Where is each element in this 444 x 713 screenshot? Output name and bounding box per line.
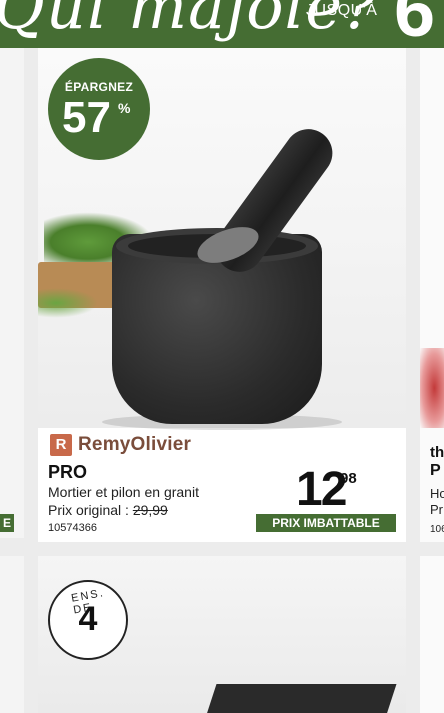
right-card-desc: Ho [430,486,444,501]
original-price-label: Prix original : [48,502,133,518]
set-count-badge: ENS. DE 4 [48,580,128,660]
price-decimal: 98 [340,470,357,487]
set-number: 4 [78,600,98,638]
original-price: 29,99 [132,502,168,518]
right-card-title: P [430,462,441,479]
product-sku: 10574366 [48,522,97,534]
bottom-product-card[interactable]: ENS. DE 4 [38,556,406,713]
right-card-sku: 106 [430,524,444,535]
right-card-image [420,348,444,428]
savings-percent-sign: % [118,100,131,116]
right-product-card-2[interactable] [420,556,444,713]
right-card-brand: th [430,444,444,461]
product-card[interactable]: ÉPARGNEZ 57 % R RemyOlivier PRO Mortier … [38,48,406,542]
brand-row: R RemyOlivier [50,432,191,458]
sale-price: 12 98 [296,463,357,516]
left-product-card[interactable] [0,48,24,538]
herbs-shape-2 [38,288,98,318]
product-description: Mortier et pilon en granit [48,484,199,500]
product-title: PRO [48,462,88,482]
slate-shape [203,684,397,713]
original-price-row: Prix original : 29,99 [48,502,168,518]
price-integer: 12 [296,463,347,516]
brand-logo-icon: R [50,434,72,456]
savings-badge: ÉPARGNEZ 57 % [48,58,150,160]
left-card-tag: E [0,514,14,532]
brand-name: RemyOlivier [78,434,192,455]
promo-banner: Qui majole? JUSQU'À 6 [0,0,444,48]
right-card-price: Pr [430,502,443,517]
banner-upto-label: JUSQU'À [306,2,378,19]
banner-big-digit: 6 [394,0,436,48]
savings-percent: 57 [62,93,111,142]
deal-label: PRIX IMBATTABLE [256,514,396,532]
left-product-card-2[interactable] [0,556,24,713]
savings-label: ÉPARGNEZ [64,80,134,94]
